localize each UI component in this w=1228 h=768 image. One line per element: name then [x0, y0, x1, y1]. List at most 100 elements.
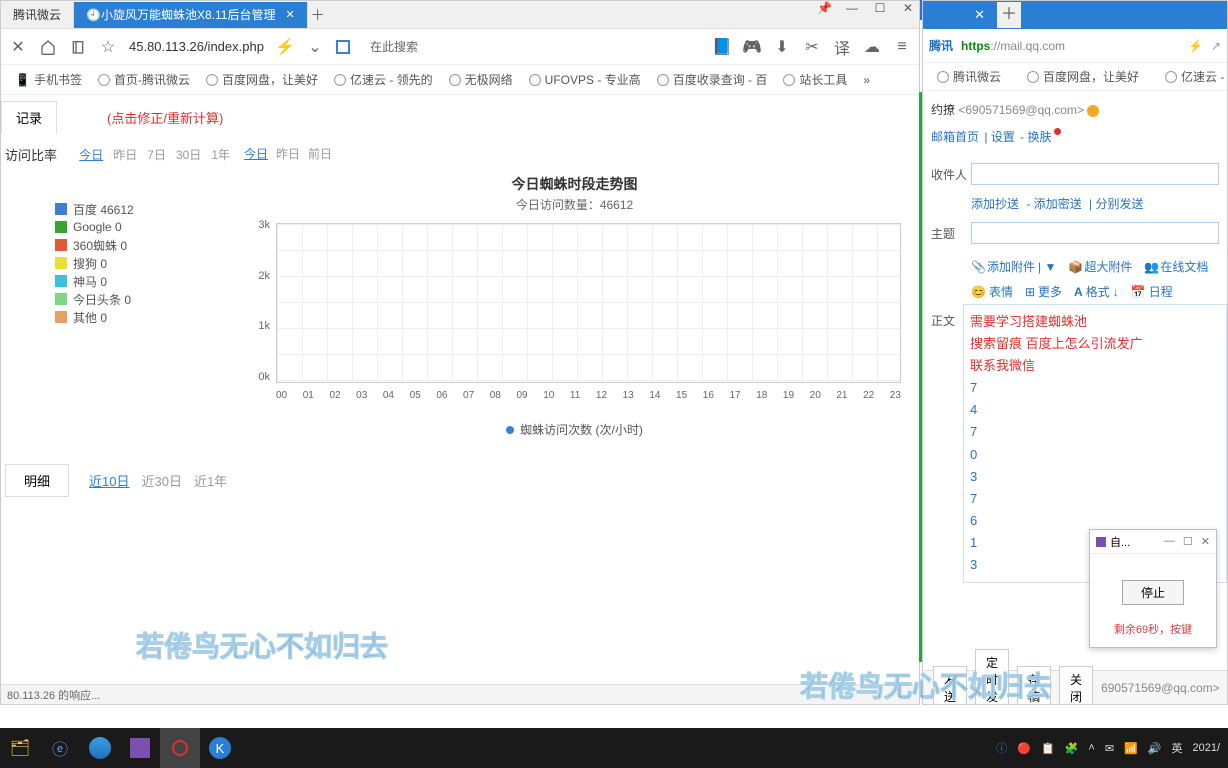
nav-home[interactable]: 邮箱首页 — [931, 130, 979, 144]
mail-subnav: 邮箱首页 | 设置 - 换肤 — [923, 124, 1227, 157]
kugou-icon[interactable]: K — [200, 728, 240, 768]
right-new-tab[interactable]: ＋ — [997, 2, 1021, 28]
send-button[interactable]: 发送 — [933, 666, 967, 706]
tray-icon[interactable]: 🧩 — [1065, 742, 1079, 755]
detail-tab[interactable]: 明细 — [5, 464, 69, 497]
bookmark-item[interactable]: 亿速云 - 领先的 — [326, 71, 441, 88]
format-button[interactable]: A 格式↓ — [1074, 283, 1119, 300]
menu-icon[interactable]: ≡ — [893, 38, 911, 56]
bookmark-item[interactable]: 📱 手机书签 — [7, 71, 90, 88]
right-url[interactable]: https://mail.qq.com — [961, 39, 1065, 53]
close-page-icon[interactable]: ✕ — [9, 38, 27, 56]
bookmark-more[interactable]: » — [855, 73, 878, 87]
bookmark-item[interactable]: UFOVPS - 专业高 — [521, 71, 649, 88]
detail-link-1y[interactable]: 近1年 — [194, 471, 227, 490]
add-cc[interactable]: 添加抄送 — [971, 197, 1019, 211]
nav-settings[interactable]: 设置 — [991, 130, 1015, 144]
right-tab-close[interactable]: ✕ — [923, 2, 993, 28]
record-icon[interactable] — [160, 728, 200, 768]
more-button[interactable]: ⊞ 更多 — [1025, 283, 1062, 300]
chevron-down-icon[interactable]: ⌄ — [306, 38, 324, 56]
online-doc[interactable]: 👥在线文档 — [1144, 258, 1208, 275]
stop-button[interactable]: 停止 — [1122, 580, 1184, 605]
save-draft-button[interactable]: 存稿 — [1017, 666, 1051, 706]
browser360-icon[interactable] — [80, 728, 120, 768]
ratio-link-1y[interactable]: 1年 — [211, 146, 230, 163]
detail-link-30d[interactable]: 近30日 — [141, 471, 181, 490]
popup-maximize[interactable]: ☐ — [1183, 535, 1193, 548]
flash-icon[interactable]: ⚡ — [276, 38, 294, 56]
bookmark-item[interactable]: 百度网盘，让美好 — [198, 71, 326, 88]
trend-link-today[interactable]: 今日 — [244, 145, 268, 162]
translate-icon[interactable]: 译 — [833, 38, 851, 56]
popup-close[interactable]: ✕ — [1201, 535, 1210, 548]
bookmark-item[interactable]: 百度网盘，让美好 — [1019, 68, 1147, 85]
recalc-hint[interactable]: (点击修正/重新计算) — [107, 108, 223, 127]
bookmark-item[interactable]: 腾讯微云 — [929, 68, 1009, 85]
tab-1[interactable]: 腾讯微云 — [1, 2, 74, 28]
scissors-icon[interactable]: ✂ — [803, 38, 821, 56]
maximize-button[interactable]: ☐ — [873, 1, 887, 15]
ratio-link-30d[interactable]: 30日 — [176, 146, 201, 163]
ratio-link-yesterday[interactable]: 昨日 — [113, 146, 137, 163]
bookmark-item[interactable]: 站长工具 — [775, 71, 855, 88]
docs-icon[interactable]: 📘 — [713, 38, 731, 56]
clock[interactable]: 2021/ — [1192, 742, 1220, 754]
volume-icon[interactable]: 🔊 — [1148, 742, 1162, 755]
close-icon[interactable]: ✕ — [285, 8, 294, 21]
url-text[interactable]: 45.80.113.26/index.php — [129, 39, 264, 54]
pin-icon[interactable]: 📌 — [817, 1, 831, 15]
to-input[interactable] — [971, 163, 1219, 185]
app-icon[interactable] — [120, 728, 160, 768]
game-icon[interactable]: 🎮 — [743, 38, 761, 56]
bookmark-item[interactable]: 无极网络 — [441, 71, 521, 88]
download-icon[interactable]: ⬇ — [773, 38, 791, 56]
schedule-button[interactable]: 📅 日程 — [1131, 283, 1173, 300]
add-bcc[interactable]: 添加密送 — [1034, 197, 1082, 211]
separate-send[interactable]: 分别发送 — [1096, 197, 1144, 211]
large-attachment[interactable]: 📦超大附件 — [1068, 258, 1132, 275]
flash-icon[interactable]: ⚡ — [1188, 39, 1203, 53]
emoji-button[interactable]: 😊 表情 — [971, 283, 1013, 300]
bookmark-item[interactable]: 百度收录查询 - 百 — [649, 71, 776, 88]
home-icon[interactable] — [39, 38, 57, 56]
detail-link-10d[interactable]: 近10日 — [89, 471, 129, 490]
chevron-up-icon[interactable]: ˄ — [1088, 742, 1094, 754]
star-icon[interactable]: ☆ — [99, 38, 117, 56]
legend-item: 360蜘蛛 0 — [55, 236, 220, 254]
tray-icon[interactable]: ✉ — [1105, 742, 1114, 755]
close-button[interactable]: ✕ — [901, 1, 915, 15]
search-placeholder[interactable]: 在此搜索 — [370, 38, 418, 55]
new-dot-icon — [1054, 128, 1061, 135]
trend-link-before[interactable]: 前日 — [308, 145, 332, 162]
book-icon[interactable] — [69, 38, 87, 56]
minimize-button[interactable]: — — [845, 1, 859, 15]
wifi-icon[interactable]: 📶 — [1124, 742, 1138, 755]
ime-indicator[interactable]: 英 — [1171, 740, 1182, 756]
compose-footer: 发送 定时发送 存稿 关闭 690571569@qq.com> — [923, 670, 1227, 704]
tray-icon[interactable]: 📋 — [1041, 742, 1055, 755]
bookmark-item[interactable]: 首页-腾讯微云 — [90, 71, 198, 88]
popup-minimize[interactable]: — — [1164, 535, 1175, 548]
edge-icon[interactable]: ⓔ — [40, 728, 80, 768]
ratio-link-7d[interactable]: 7日 — [147, 146, 166, 163]
warning-icon[interactable] — [1087, 105, 1099, 117]
scheduled-send-button[interactable]: 定时发送 — [975, 649, 1009, 706]
ratio-link-today[interactable]: 今日 — [79, 146, 103, 163]
bookmark-item[interactable]: 亿速云 - 领先的 — [1157, 68, 1227, 85]
file-explorer-icon[interactable]: 🗂 — [0, 728, 40, 768]
tray-icon[interactable]: ⓘ — [996, 740, 1007, 756]
tab-2-active[interactable]: 🕘 小旋风万能蜘蛛池X8.11后台管理✕ — [74, 2, 308, 28]
add-attachment[interactable]: 📎添加附件 | ▼ — [971, 258, 1056, 275]
right-bookmark-bar: 腾讯微云 百度网盘，让美好 亿速云 - 领先的 — [923, 63, 1227, 91]
tray-record-icon[interactable]: 🔴 — [1017, 742, 1031, 755]
trend-link-yesterday[interactable]: 昨日 — [276, 145, 300, 162]
nav-skin[interactable]: 换肤 — [1028, 130, 1052, 144]
subject-input[interactable] — [971, 222, 1219, 244]
close-compose-button[interactable]: 关闭 — [1059, 666, 1093, 706]
cloud-icon[interactable]: ☁ — [863, 38, 881, 56]
share-icon[interactable]: ↗ — [1211, 39, 1221, 53]
to-label: 收件人 — [931, 166, 971, 183]
tab-record[interactable]: 记录 — [1, 101, 57, 133]
new-tab-button[interactable]: ＋ — [308, 5, 328, 25]
